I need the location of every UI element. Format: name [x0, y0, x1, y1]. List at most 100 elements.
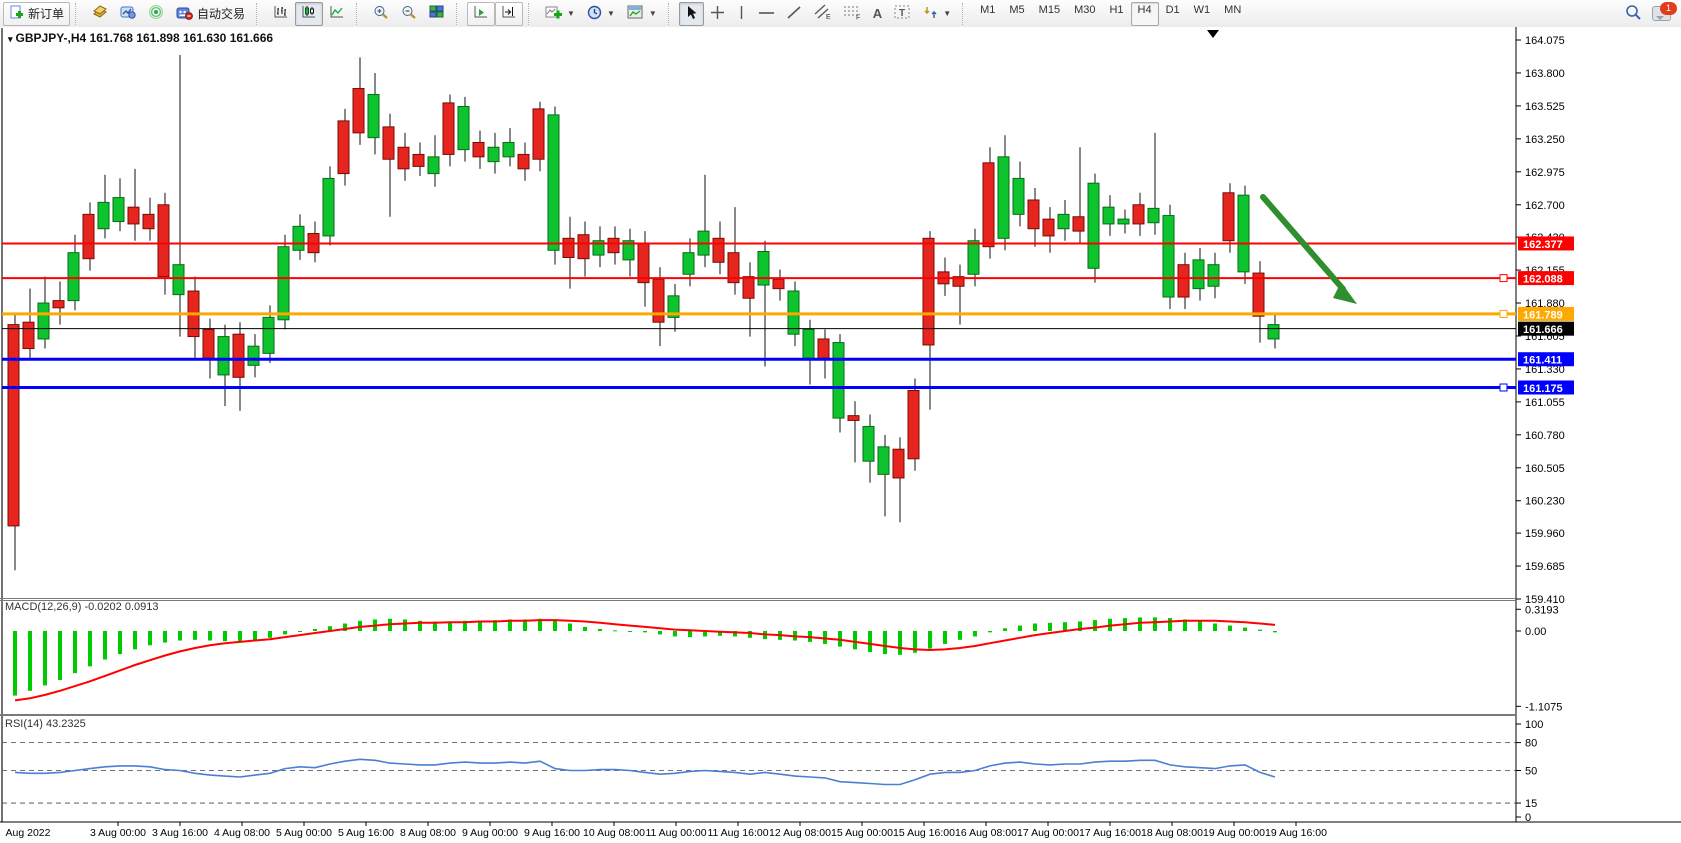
candle — [248, 346, 259, 365]
macd-bar — [1228, 626, 1232, 631]
macd-bar — [943, 631, 947, 644]
candle — [713, 238, 724, 262]
fibonacci-tool-button[interactable]: F — [837, 2, 867, 26]
timeframe-d1[interactable]: D1 — [1159, 2, 1187, 26]
timeframe-h4[interactable]: H4 — [1131, 2, 1159, 26]
macd-indicator-label: MACD(12,26,9) -0.0202 0.0913 — [5, 601, 158, 613]
vertical-line-tool-button[interactable] — [731, 2, 752, 26]
zoom-in-button[interactable] — [367, 2, 395, 26]
horizontal-line-tool-button[interactable] — [752, 2, 781, 26]
svg-text:15: 15 — [1525, 798, 1537, 810]
candle — [503, 142, 514, 156]
macd-bar — [673, 631, 677, 636]
separator — [962, 3, 968, 25]
candle — [1013, 178, 1024, 214]
timeframe-m5[interactable]: M5 — [1002, 2, 1031, 26]
macd-bar — [238, 631, 242, 642]
timeframe-h1[interactable]: H1 — [1102, 2, 1130, 26]
candle — [863, 426, 874, 461]
auto-trading-button[interactable]: 自动交易 — [170, 2, 251, 26]
indicators-button[interactable]: ▼ — [539, 2, 581, 26]
candle — [638, 243, 649, 283]
candle — [338, 121, 349, 174]
search-icon[interactable] — [1625, 4, 1642, 24]
chart-marker-icon: ▾ — [8, 34, 13, 44]
macd-bar — [148, 631, 152, 645]
candle — [1058, 214, 1069, 228]
crosshair-tool-button[interactable] — [704, 2, 731, 26]
arrows-tool-button[interactable]: ▼ — [917, 2, 957, 26]
macd-bar — [553, 620, 557, 631]
macd-bar — [88, 631, 92, 666]
candle — [563, 238, 574, 257]
text-tool-button[interactable]: A — [867, 2, 888, 26]
candle — [653, 279, 664, 322]
notifications-icon[interactable]: 1 — [1652, 6, 1671, 21]
zoom-out-button[interactable] — [395, 2, 423, 26]
gold-box-icon — [92, 5, 108, 22]
svg-text:T: T — [899, 8, 905, 19]
svg-text:162.975: 162.975 — [1525, 167, 1565, 179]
candle — [998, 157, 1009, 238]
timeframe-group: M1M5M15M30H1H4D1W1MN — [970, 0, 1251, 27]
auto-scroll-button[interactable] — [467, 2, 495, 26]
timeframe-m30[interactable]: M30 — [1067, 2, 1102, 26]
macd-bar — [28, 631, 32, 691]
chart-canvas[interactable]: 164.075163.800163.525163.250162.975162.7… — [0, 27, 1681, 843]
macd-bar — [868, 631, 872, 652]
macd-bar — [1003, 628, 1007, 631]
macd-bar — [43, 631, 47, 685]
market-watch-button[interactable] — [86, 2, 114, 26]
templates-button[interactable]: ▼ — [621, 2, 663, 26]
timeframe-mn[interactable]: MN — [1217, 2, 1248, 26]
bar-chart-button[interactable] — [267, 2, 295, 26]
svg-text:11 Aug 00:00: 11 Aug 00:00 — [645, 827, 706, 839]
svg-text:162.700: 162.700 — [1525, 200, 1565, 212]
macd-bar — [928, 631, 932, 649]
text-tool-icon: A — [873, 6, 882, 21]
macd-bar — [133, 631, 137, 649]
candle — [1073, 217, 1084, 231]
template-icon — [627, 5, 644, 23]
line-chart-button[interactable] — [323, 2, 351, 26]
svg-text:50: 50 — [1525, 766, 1537, 778]
svg-text:9 Aug 16:00: 9 Aug 16:00 — [524, 827, 580, 839]
text-label-tool-button[interactable]: T — [888, 2, 917, 26]
new-order-button[interactable]: 新订单 — [3, 2, 70, 26]
macd-bar — [163, 631, 167, 643]
timeframe-m1[interactable]: M1 — [973, 2, 1002, 26]
macd-bar — [568, 624, 572, 631]
svg-text:0: 0 — [1525, 812, 1531, 824]
candle — [488, 147, 499, 161]
signals-button[interactable] — [142, 2, 170, 26]
svg-text:161.789: 161.789 — [1523, 309, 1563, 321]
candle — [578, 235, 589, 259]
candle — [1178, 265, 1189, 297]
svg-text:163.800: 163.800 — [1525, 68, 1565, 80]
chevron-down-icon: ▼ — [567, 9, 575, 18]
candle — [53, 301, 64, 308]
macd-bar — [1033, 624, 1037, 631]
zoom-out-icon — [401, 5, 417, 23]
auto-trading-icon — [176, 5, 193, 23]
trendline-tool-button[interactable] — [781, 2, 808, 26]
candle — [143, 214, 154, 228]
clock-icon — [587, 5, 602, 23]
candle — [263, 317, 274, 353]
macd-bar — [1213, 624, 1217, 631]
candlestick-chart-button[interactable] — [295, 2, 323, 26]
candle — [1238, 195, 1249, 272]
svg-text:8 Aug 08:00: 8 Aug 08:00 — [400, 827, 456, 839]
chart-profile-button[interactable] — [114, 2, 142, 26]
timeframe-m15[interactable]: M15 — [1032, 2, 1067, 26]
fibonacci-icon: F — [843, 4, 861, 23]
equidistant-channel-tool-button[interactable]: E — [808, 2, 837, 26]
cursor-tool-button[interactable] — [679, 2, 704, 26]
timeframe-w1[interactable]: W1 — [1187, 2, 1218, 26]
arrows-icon — [923, 5, 938, 23]
tile-windows-button[interactable] — [423, 2, 451, 26]
svg-text:10 Aug 08:00: 10 Aug 08:00 — [583, 827, 645, 839]
periods-button[interactable]: ▼ — [581, 2, 621, 26]
chart-shift-button[interactable] — [495, 2, 523, 26]
separator — [356, 3, 362, 25]
